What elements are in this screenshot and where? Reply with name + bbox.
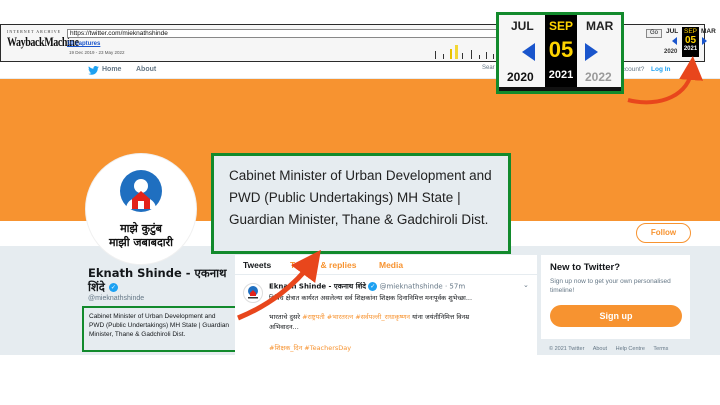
tweet-text-line2: भारताचे दुसरे #राष्ट्रपती #भारतरत्न #सर्…	[269, 312, 469, 321]
wayback-brand-small: INTERNET ARCHIVE	[7, 29, 62, 34]
tweet-text-line3: अभिवादन...	[269, 323, 299, 331]
timeline: Tweets Tweets & replies Media Eknath Shi…	[235, 255, 537, 355]
signup-card: New to Twitter? Sign up now to get your …	[541, 255, 690, 339]
nav-search-input[interactable]: Sear	[482, 65, 495, 76]
tweet-text-line2-rest: यांना जयंतीनिमित्त विनम्र	[412, 313, 470, 321]
footer-terms-link[interactable]: Terms	[653, 346, 668, 352]
zoom-prev-month: JUL	[511, 19, 534, 33]
tweet-avatar[interactable]	[243, 283, 263, 303]
mini-next-arrow-icon[interactable]	[702, 37, 707, 45]
signup-title: New to Twitter?	[550, 262, 621, 273]
bio-zoom-callout: Cabinet Minister of Urban Development an…	[211, 153, 511, 254]
avatar-text-line2: माझी जबाबदारी	[108, 236, 174, 249]
twitter-bird-icon[interactable]	[88, 66, 99, 75]
profile-avatar[interactable]: माझे कुटुंब माझी जबाबदारी	[86, 154, 196, 264]
nav-about-link[interactable]: About	[136, 66, 156, 73]
zoom-active-date: SEP 05 2021	[545, 15, 577, 91]
wayback-capture-sparkline[interactable]	[431, 41, 499, 59]
zoom-next-arrow-icon	[585, 43, 598, 61]
chevron-down-icon[interactable]: ⌄	[523, 281, 529, 289]
tweet-author-handle[interactable]: @mieknathshinde · 57m	[379, 283, 465, 291]
tab-media[interactable]: Media	[379, 260, 403, 270]
zoom-active-year: 2021	[548, 69, 574, 81]
timeline-tabs: Tweets Tweets & replies Media	[235, 255, 537, 275]
footer-copyright: © 2021 Twitter	[549, 346, 585, 352]
wayback-logo[interactable]: INTERNET ARCHIVE WaybackMachine	[7, 29, 79, 59]
tweet-hashtags-inline[interactable]: #राष्ट्रपती #भारतरत्न #सर्वपल्ली_राधाकृष…	[302, 313, 410, 321]
zoom-next-month: MAR	[586, 19, 614, 33]
mini-active-day: 05	[684, 35, 697, 46]
tab-tweets-and-replies[interactable]: Tweets & replies	[290, 260, 356, 270]
tweet-author-name[interactable]: Eknath Shinde - एकनाथ शिंदे	[269, 283, 366, 291]
tweet-avatar-emblem-icon	[248, 286, 258, 299]
zoom-active-day: 05	[548, 37, 574, 62]
zoom-prev-year: 2020	[507, 70, 534, 84]
signup-text: Sign up now to get your own personalised…	[550, 278, 671, 294]
avatar-text-line1: माझे कुटुंब	[120, 222, 162, 235]
mini-next-month[interactable]: MAR	[701, 28, 716, 35]
family-emblem-icon	[120, 170, 162, 212]
tweet-verified-badge-icon: ✓	[368, 282, 378, 291]
nav-login-link[interactable]: Log In	[651, 66, 671, 73]
profile-name[interactable]: Eknath Shinde - एकनाथ शिंदे ✓	[88, 266, 233, 294]
mini-active-date: SEP 05 2021	[682, 27, 699, 57]
mini-active-year: 2021	[683, 46, 698, 52]
zoom-active-month: SEP	[548, 19, 573, 33]
footer-about-link[interactable]: About	[593, 346, 607, 352]
tweet-header: Eknath Shinde - एकनाथ शिंदे ✓ @mieknaths…	[269, 282, 465, 292]
wayback-mini-calendar: JUL 2020 SEP 05 2021 MAR	[664, 26, 720, 58]
follow-button[interactable]: Follow	[636, 223, 691, 243]
mini-prev-month[interactable]: JUL	[666, 28, 678, 35]
tab-tweets[interactable]: Tweets	[243, 260, 271, 270]
mini-prev-year[interactable]: 2020	[664, 49, 677, 55]
mini-active-month: SEP	[683, 28, 697, 35]
footer-links: © 2021 Twitter About Help Centre Terms	[549, 346, 675, 352]
zoom-calendar-bar	[499, 87, 621, 91]
wayback-url-input[interactable]: https://twitter.com/mieknathshinde	[67, 29, 497, 38]
footer-help-link[interactable]: Help Centre	[616, 346, 645, 352]
tweet-text-line2-plain: भारताचे दुसरे	[269, 313, 300, 321]
zoom-next-year: 2022	[585, 70, 612, 84]
nav-home-link[interactable]: Home	[102, 66, 121, 73]
wayback-captures-link[interactable]: 10 captures	[67, 41, 100, 47]
wayback-date-range: 19 Dec 2019 - 23 May 2022	[69, 50, 125, 55]
verified-badge-icon: ✓	[108, 283, 118, 292]
zoom-prev-arrow-icon	[522, 43, 535, 61]
wayback-brand-logo: WaybackMachine	[7, 36, 79, 50]
wayback-go-button[interactable]: Go	[646, 29, 662, 38]
profile-bio: Cabinet Minister of Urban Development an…	[82, 306, 237, 352]
profile-handle[interactable]: @mieknathshinde	[88, 295, 144, 302]
tweet-hashtags[interactable]: #शिक्षक_दिन #TeachersDay	[269, 343, 351, 352]
mini-prev-arrow-icon[interactable]	[672, 37, 677, 45]
tweet-text-line1: विविध क्षेत्रात कार्यरत असलेल्या सर्व शि…	[269, 294, 473, 302]
signup-button[interactable]: Sign up	[550, 305, 682, 327]
calendar-zoom-callout: JUL 2020 SEP 05 2021 MAR 2022	[496, 12, 624, 94]
